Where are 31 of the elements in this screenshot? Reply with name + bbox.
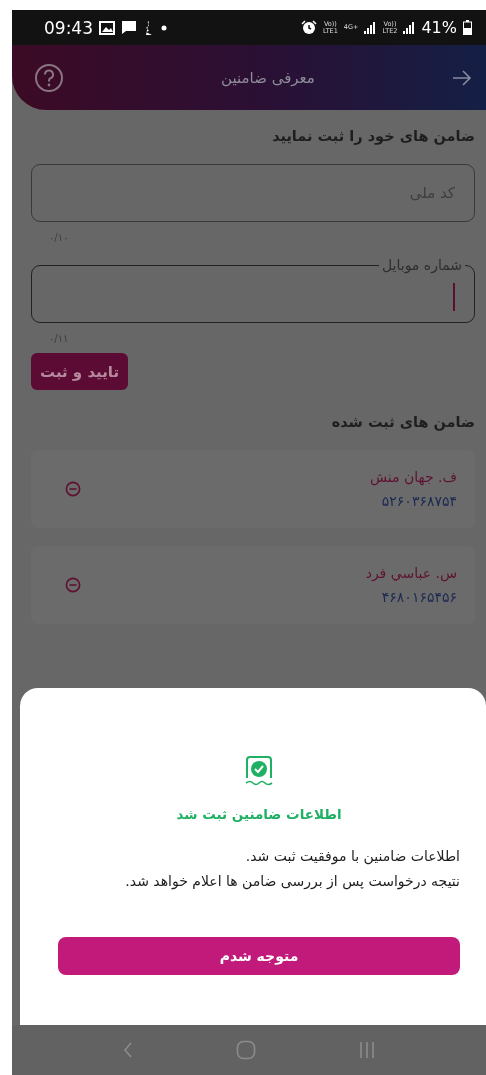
help-icon[interactable] xyxy=(34,62,64,93)
dot-icon xyxy=(161,24,167,31)
form-heading: ضامن های خود را ثبت نمایید xyxy=(271,128,475,144)
page-title: معرفی ضامنین xyxy=(221,68,315,87)
signal-icon xyxy=(403,21,416,34)
message-icon xyxy=(121,20,137,35)
input-field[interactable]: شماره موبایل xyxy=(31,255,475,323)
dialog-message: اطلاعات ضامنین با موفقیت ثبت شد. xyxy=(244,848,460,864)
national-code: ۵۲۶۰۳۶۸۷۵۴ xyxy=(380,493,457,509)
image-icon xyxy=(99,20,115,35)
national-code: ۴۶۸۰۱۶۵۴۵۶ xyxy=(380,589,457,605)
remove-icon[interactable] xyxy=(65,577,81,593)
recent-apps-icon[interactable] xyxy=(358,1041,375,1059)
success-check-icon xyxy=(243,754,275,788)
alarm-icon xyxy=(300,20,317,35)
signal-icon xyxy=(364,21,377,34)
confirm-button[interactable]: متوجه شدم xyxy=(58,937,460,975)
dialog-title: اطلاعات ضامنین ثبت شد xyxy=(176,806,342,822)
home-icon[interactable] xyxy=(236,1040,256,1060)
back-icon[interactable] xyxy=(123,1041,134,1059)
dialog-message: نتیجه درخواست پس از بررسی ضامن ها اعلام خواهد شد. xyxy=(124,873,460,889)
text-cursor xyxy=(453,283,455,311)
back-arrow-icon[interactable] xyxy=(452,69,472,86)
clock-time: 09:43 xyxy=(44,17,93,38)
battery-icon xyxy=(463,20,472,35)
guarantor-name: س. عباسي فرد xyxy=(365,565,457,581)
remove-icon[interactable] xyxy=(65,481,81,497)
submit-button[interactable]: تایید و ثبت xyxy=(31,353,129,390)
section-heading: ضامن های ثبت شده xyxy=(330,414,475,430)
battery-percentage: 41% xyxy=(421,18,457,37)
guarantor-name: ف. جهان منش xyxy=(369,469,457,485)
